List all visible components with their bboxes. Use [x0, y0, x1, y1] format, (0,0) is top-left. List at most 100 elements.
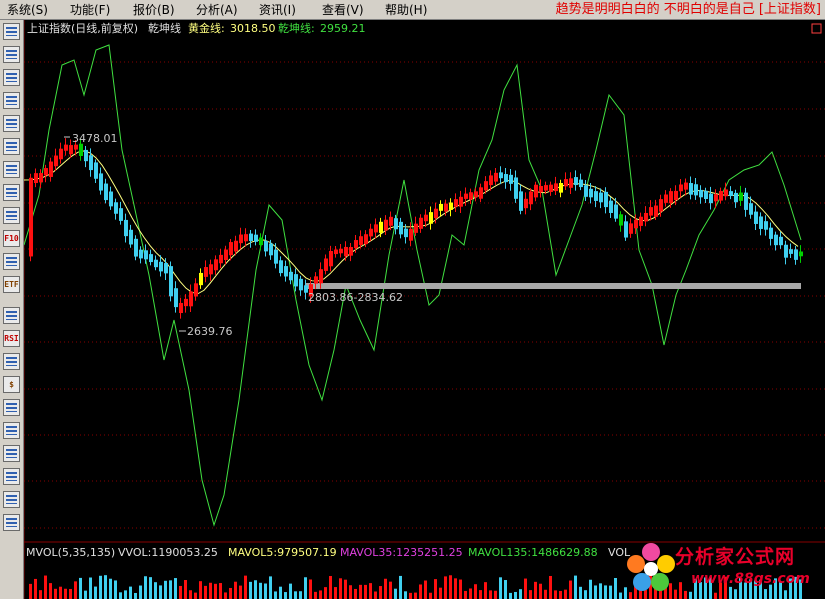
menu-analysis[interactable]: 分析(A) — [196, 2, 238, 18]
candle-body — [274, 249, 278, 264]
compare-icon[interactable] — [3, 161, 20, 178]
candle-body — [349, 246, 353, 256]
formula-icon[interactable] — [3, 353, 20, 370]
candle-body — [189, 291, 193, 307]
candle-body — [679, 184, 683, 192]
users-icon[interactable] — [3, 207, 20, 224]
volume-bar — [99, 575, 102, 599]
mail-icon[interactable] — [3, 184, 20, 201]
candle-body — [714, 194, 718, 202]
volume-bar — [424, 580, 427, 599]
candle-body — [269, 243, 273, 256]
volume-bar — [194, 592, 197, 599]
volume-bar — [244, 575, 247, 599]
candle-body — [249, 233, 253, 242]
candle-body — [464, 193, 468, 199]
sector-table-icon[interactable] — [3, 115, 20, 132]
candle-body — [209, 264, 213, 275]
volume-bar — [314, 591, 317, 599]
volume-bar — [174, 578, 177, 599]
volume-bar — [379, 586, 382, 599]
candle-body — [509, 174, 513, 184]
candle-body — [154, 259, 158, 268]
zoom-icon[interactable] — [3, 253, 20, 270]
candle-body — [504, 174, 508, 183]
candle-body — [774, 234, 778, 246]
money-icon[interactable]: $ — [3, 376, 20, 393]
candle-chart-icon[interactable] — [3, 92, 20, 109]
chart-area: 上证指数(日线,前复权) 乾坤线 黄金线: 3018.50 乾坤线: 2959.… — [24, 20, 825, 599]
qk-line-value: 2959.21 — [320, 22, 366, 35]
candle-body — [319, 269, 323, 284]
menu-function[interactable]: 功能(F) — [70, 2, 110, 18]
candle-body — [54, 155, 58, 167]
candle-body — [29, 177, 33, 257]
candle-body — [344, 246, 348, 257]
candle-body — [569, 178, 573, 188]
volume-bar — [204, 585, 207, 599]
candle-body — [544, 185, 548, 191]
quote-list-icon[interactable] — [3, 23, 20, 40]
line-chart-icon[interactable] — [3, 69, 20, 86]
candle-body — [139, 249, 143, 259]
volume-bar — [519, 589, 522, 599]
menu-bar: 系统(S) 功能(F) 报价(B) 分析(A) 资讯(I) 查看(V) 帮助(H… — [0, 0, 825, 20]
report-table-icon[interactable] — [3, 46, 20, 63]
volume-bar — [124, 590, 127, 599]
f10-info-icon[interactable]: F10 — [3, 230, 20, 247]
volume-bar — [434, 579, 437, 599]
candle-body — [104, 183, 108, 201]
menu-quote[interactable]: 报价(B) — [133, 2, 175, 18]
candle-body — [114, 202, 118, 214]
candle-body — [674, 190, 678, 201]
menu-view[interactable]: 查看(V) — [322, 2, 364, 18]
menu-system[interactable]: 系统(S) — [7, 2, 48, 18]
candle-body — [194, 283, 198, 297]
candle-body — [134, 238, 138, 257]
arrow-down-icon[interactable] — [3, 514, 20, 531]
volume-bar — [594, 585, 597, 599]
volume-bar — [524, 578, 527, 599]
candle-body — [89, 155, 93, 171]
volume-bar — [79, 577, 82, 599]
menu-info[interactable]: 资讯(I) — [259, 2, 296, 18]
candle-body — [284, 266, 288, 277]
candle-body — [794, 249, 798, 260]
pencil-icon[interactable] — [3, 445, 20, 462]
etf-icon[interactable]: ETF — [3, 276, 20, 293]
candle-body — [694, 184, 698, 196]
arrow-up-icon[interactable] — [3, 491, 20, 508]
candle-body — [484, 181, 488, 191]
candle-body — [184, 298, 188, 307]
volume-bar — [489, 590, 492, 599]
candle-body — [159, 261, 163, 272]
candle-body — [364, 234, 368, 245]
volume-bar — [599, 583, 602, 599]
volume-bar — [559, 590, 562, 599]
gold-line-label: 黄金线: — [188, 22, 225, 35]
tools-icon[interactable] — [3, 399, 20, 416]
candle-body — [44, 168, 48, 176]
move-cross-icon[interactable] — [3, 468, 20, 485]
export-icon[interactable] — [3, 422, 20, 439]
volume-bar — [364, 584, 367, 599]
flower-logo-icon — [627, 543, 675, 591]
price-chart — [24, 20, 825, 599]
volume-bar — [234, 581, 237, 599]
volume-bar — [484, 582, 487, 599]
volume-bar — [444, 576, 447, 599]
volume-bar — [304, 577, 307, 599]
volume-bar — [114, 580, 117, 599]
menu-help[interactable]: 帮助(H) — [385, 2, 427, 18]
rsi-indicator-icon[interactable]: RSI — [3, 330, 20, 347]
volume-bar — [334, 587, 337, 599]
volume-bar — [89, 577, 92, 599]
candle-body — [739, 192, 743, 201]
candle-body — [604, 191, 608, 208]
volume-bar — [344, 579, 347, 599]
volume-bar — [299, 591, 302, 599]
range-label: 2803.86-2834.62 — [308, 291, 403, 304]
board-table-icon[interactable] — [3, 138, 20, 155]
wave-indicator-icon[interactable] — [3, 307, 20, 324]
candle-body — [649, 207, 653, 216]
